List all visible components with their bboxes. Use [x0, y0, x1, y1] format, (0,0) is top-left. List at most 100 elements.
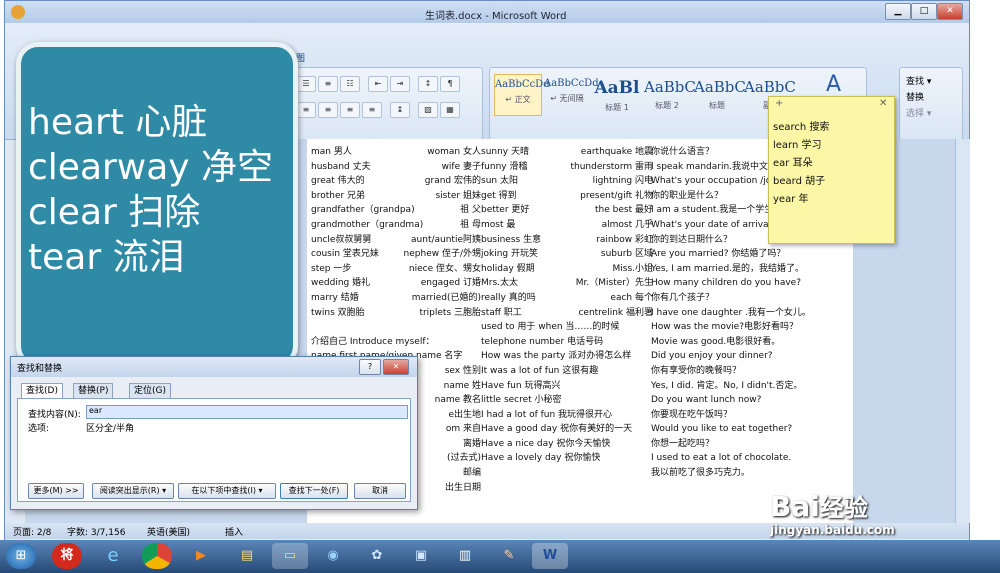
note-line: beard 胡子: [773, 176, 826, 187]
watermark-url: jingyan.baidu.com: [770, 523, 895, 537]
close-button[interactable]: ✕: [937, 3, 963, 20]
highlight-button[interactable]: 阅读突出显示(R) ▾: [92, 483, 174, 499]
text-line: suburb 区域: [600, 249, 653, 260]
show-marks-icon[interactable]: ¶: [440, 76, 460, 92]
style-label: ↵ 无间隔: [550, 94, 584, 103]
text-line: aunt/auntie阿姨: [411, 234, 481, 245]
word-count[interactable]: 字数: 3/7,156: [67, 525, 125, 538]
style-preview: AaBbCcDd: [495, 79, 550, 90]
text-line: grand 宏伟的: [424, 176, 481, 187]
find-in-button[interactable]: 在以下项中查找(I) ▾: [178, 483, 276, 499]
style-label: 标题 2: [655, 101, 679, 110]
text-line: wife 妻子: [441, 161, 481, 172]
text-line: [393, 320, 481, 335]
increase-indent-icon[interactable]: ⇥: [390, 76, 410, 92]
watermark-brand: Bai: [770, 490, 820, 523]
style-preview: AaBbC: [694, 78, 746, 96]
text-line: Are you married? 你结婚了吗？: [651, 249, 786, 260]
maximize-button[interactable]: □: [911, 3, 937, 20]
minimize-button[interactable]: ▁: [885, 3, 911, 20]
align-right-icon[interactable]: ≡: [340, 102, 360, 118]
change-styles-icon[interactable]: A: [826, 72, 841, 97]
borders-icon[interactable]: ▦: [440, 102, 460, 118]
word-icon[interactable]: W: [532, 543, 568, 569]
text-line: It was a lot of fun 这很有趣: [481, 365, 599, 376]
style-label: 标题 1: [605, 103, 629, 112]
text-line: engaged 订婚: [420, 278, 481, 289]
align-center-icon[interactable]: ≡: [318, 102, 338, 118]
text-line: Yes, I am married.是的，我结婚了。: [651, 263, 805, 274]
bullets-icon[interactable]: ☰: [296, 76, 316, 92]
more-button[interactable]: 更多(M) >>: [28, 483, 84, 499]
start-orb-icon[interactable]: ⊞: [6, 543, 36, 569]
decrease-indent-icon[interactable]: ⇤: [368, 76, 388, 92]
justify-icon[interactable]: ≡: [362, 102, 382, 118]
explorer-icon[interactable]: ▤: [232, 543, 262, 569]
text-line: rainbow 彩虹: [596, 234, 653, 245]
sort-icon[interactable]: ↕: [418, 76, 438, 92]
dialog-close-button[interactable]: ✕: [383, 359, 409, 375]
text-line: 祖 父: [460, 205, 481, 216]
insert-mode[interactable]: 插入: [225, 525, 243, 538]
line-spacing-icon[interactable]: ↨: [390, 102, 410, 118]
tab-find[interactable]: 查找(D): [21, 383, 63, 398]
help-button[interactable]: ?: [359, 359, 381, 375]
style-title[interactable]: AaBbC 标题: [694, 74, 746, 114]
note-line: ear 耳朵: [773, 158, 813, 169]
ie-icon[interactable]: e: [98, 543, 128, 569]
text-line: How was the party 派对办得怎么样: [481, 351, 632, 362]
style-no-spacing[interactable]: AaBbCcDd ↵ 无间隔: [544, 74, 599, 114]
language[interactable]: 英语(美国): [147, 525, 190, 538]
text-line: 你想一起吃吗？: [651, 438, 715, 449]
browser-icon[interactable]: ◉: [318, 543, 348, 569]
bubble-line: clear 扫除: [28, 192, 201, 233]
multilevel-icon[interactable]: ☷: [340, 76, 360, 92]
paint-icon[interactable]: ✎: [494, 543, 524, 569]
style-preview: AaBl: [594, 78, 640, 98]
dialog-title-bar: 查找和替换 ? ✕: [11, 357, 417, 377]
jiang-app-icon[interactable]: 将: [52, 543, 82, 569]
chrome-icon[interactable]: [142, 543, 172, 569]
sticky-note[interactable]: + ✕ search 搜索 learn 学习 ear 耳朵 beard 胡子 y…: [768, 96, 895, 244]
text-line: little secret 小秘密: [481, 395, 562, 406]
close-note-icon[interactable]: ✕: [879, 98, 887, 109]
tab-replace[interactable]: 替换(P): [73, 383, 114, 398]
numbering-icon[interactable]: ≡: [318, 76, 338, 92]
monitor-icon[interactable]: ▣: [406, 543, 436, 569]
text-line: Miss.小姐: [612, 263, 653, 274]
text-line: How many children do you have?: [651, 278, 801, 289]
text-line: 我以前吃了很多巧克力。: [651, 468, 751, 479]
office-button-icon[interactable]: [11, 5, 25, 19]
text-line: telephone number 电话号码: [481, 336, 604, 347]
find-input[interactable]: ear: [86, 405, 408, 419]
cancel-button[interactable]: 取消: [354, 483, 406, 499]
vertical-scrollbar[interactable]: [955, 139, 970, 523]
tab-goto[interactable]: 定位(G): [129, 383, 171, 398]
page-count[interactable]: 页面: 2/8: [13, 525, 51, 538]
style-normal[interactable]: AaBbCcDd ↵ 正文: [494, 74, 550, 116]
dialog-panel: 查找内容(N): ear 选项: 区分全/半角 更多(M) >> 阅读突出显示(…: [17, 398, 411, 502]
media-player-icon[interactable]: ▶: [186, 543, 216, 569]
select-button[interactable]: 选择 ▾: [906, 106, 931, 119]
style-heading1[interactable]: AaBl 标题 1: [594, 74, 640, 114]
text-line: Mr.（Mister）先生: [575, 278, 653, 289]
find-label: 查找内容(N):: [28, 410, 81, 420]
replace-button[interactable]: 替换: [906, 90, 924, 103]
text-line: almost 几乎: [601, 219, 653, 230]
style-preview: AaBbC: [644, 78, 696, 96]
add-note-icon[interactable]: +: [775, 98, 783, 109]
find-button[interactable]: 查找 ▾: [906, 74, 931, 87]
watermark-brand2: 经验: [819, 494, 868, 522]
align-left-icon[interactable]: ≡: [296, 102, 316, 118]
find-next-button[interactable]: 查找下一处(F): [280, 483, 348, 499]
text-line: Movie was good.电影很好看。: [651, 336, 781, 347]
tool-icon[interactable]: ✿: [362, 543, 392, 569]
options-value: 区分全/半角: [86, 424, 135, 434]
folder-icon[interactable]: ▭: [272, 543, 308, 569]
text-line: Yes, I did. 肯定。No, I didn't.否定。: [651, 380, 803, 391]
title-bar: 生词表.docx - Microsoft Word ▁ □ ✕: [5, 1, 969, 23]
style-heading2[interactable]: AaBbC 标题 2: [644, 74, 696, 114]
docs-icon[interactable]: ▥: [450, 543, 480, 569]
shading-icon[interactable]: ▨: [418, 102, 438, 118]
text-line: niece 侄女、甥女: [408, 263, 481, 274]
